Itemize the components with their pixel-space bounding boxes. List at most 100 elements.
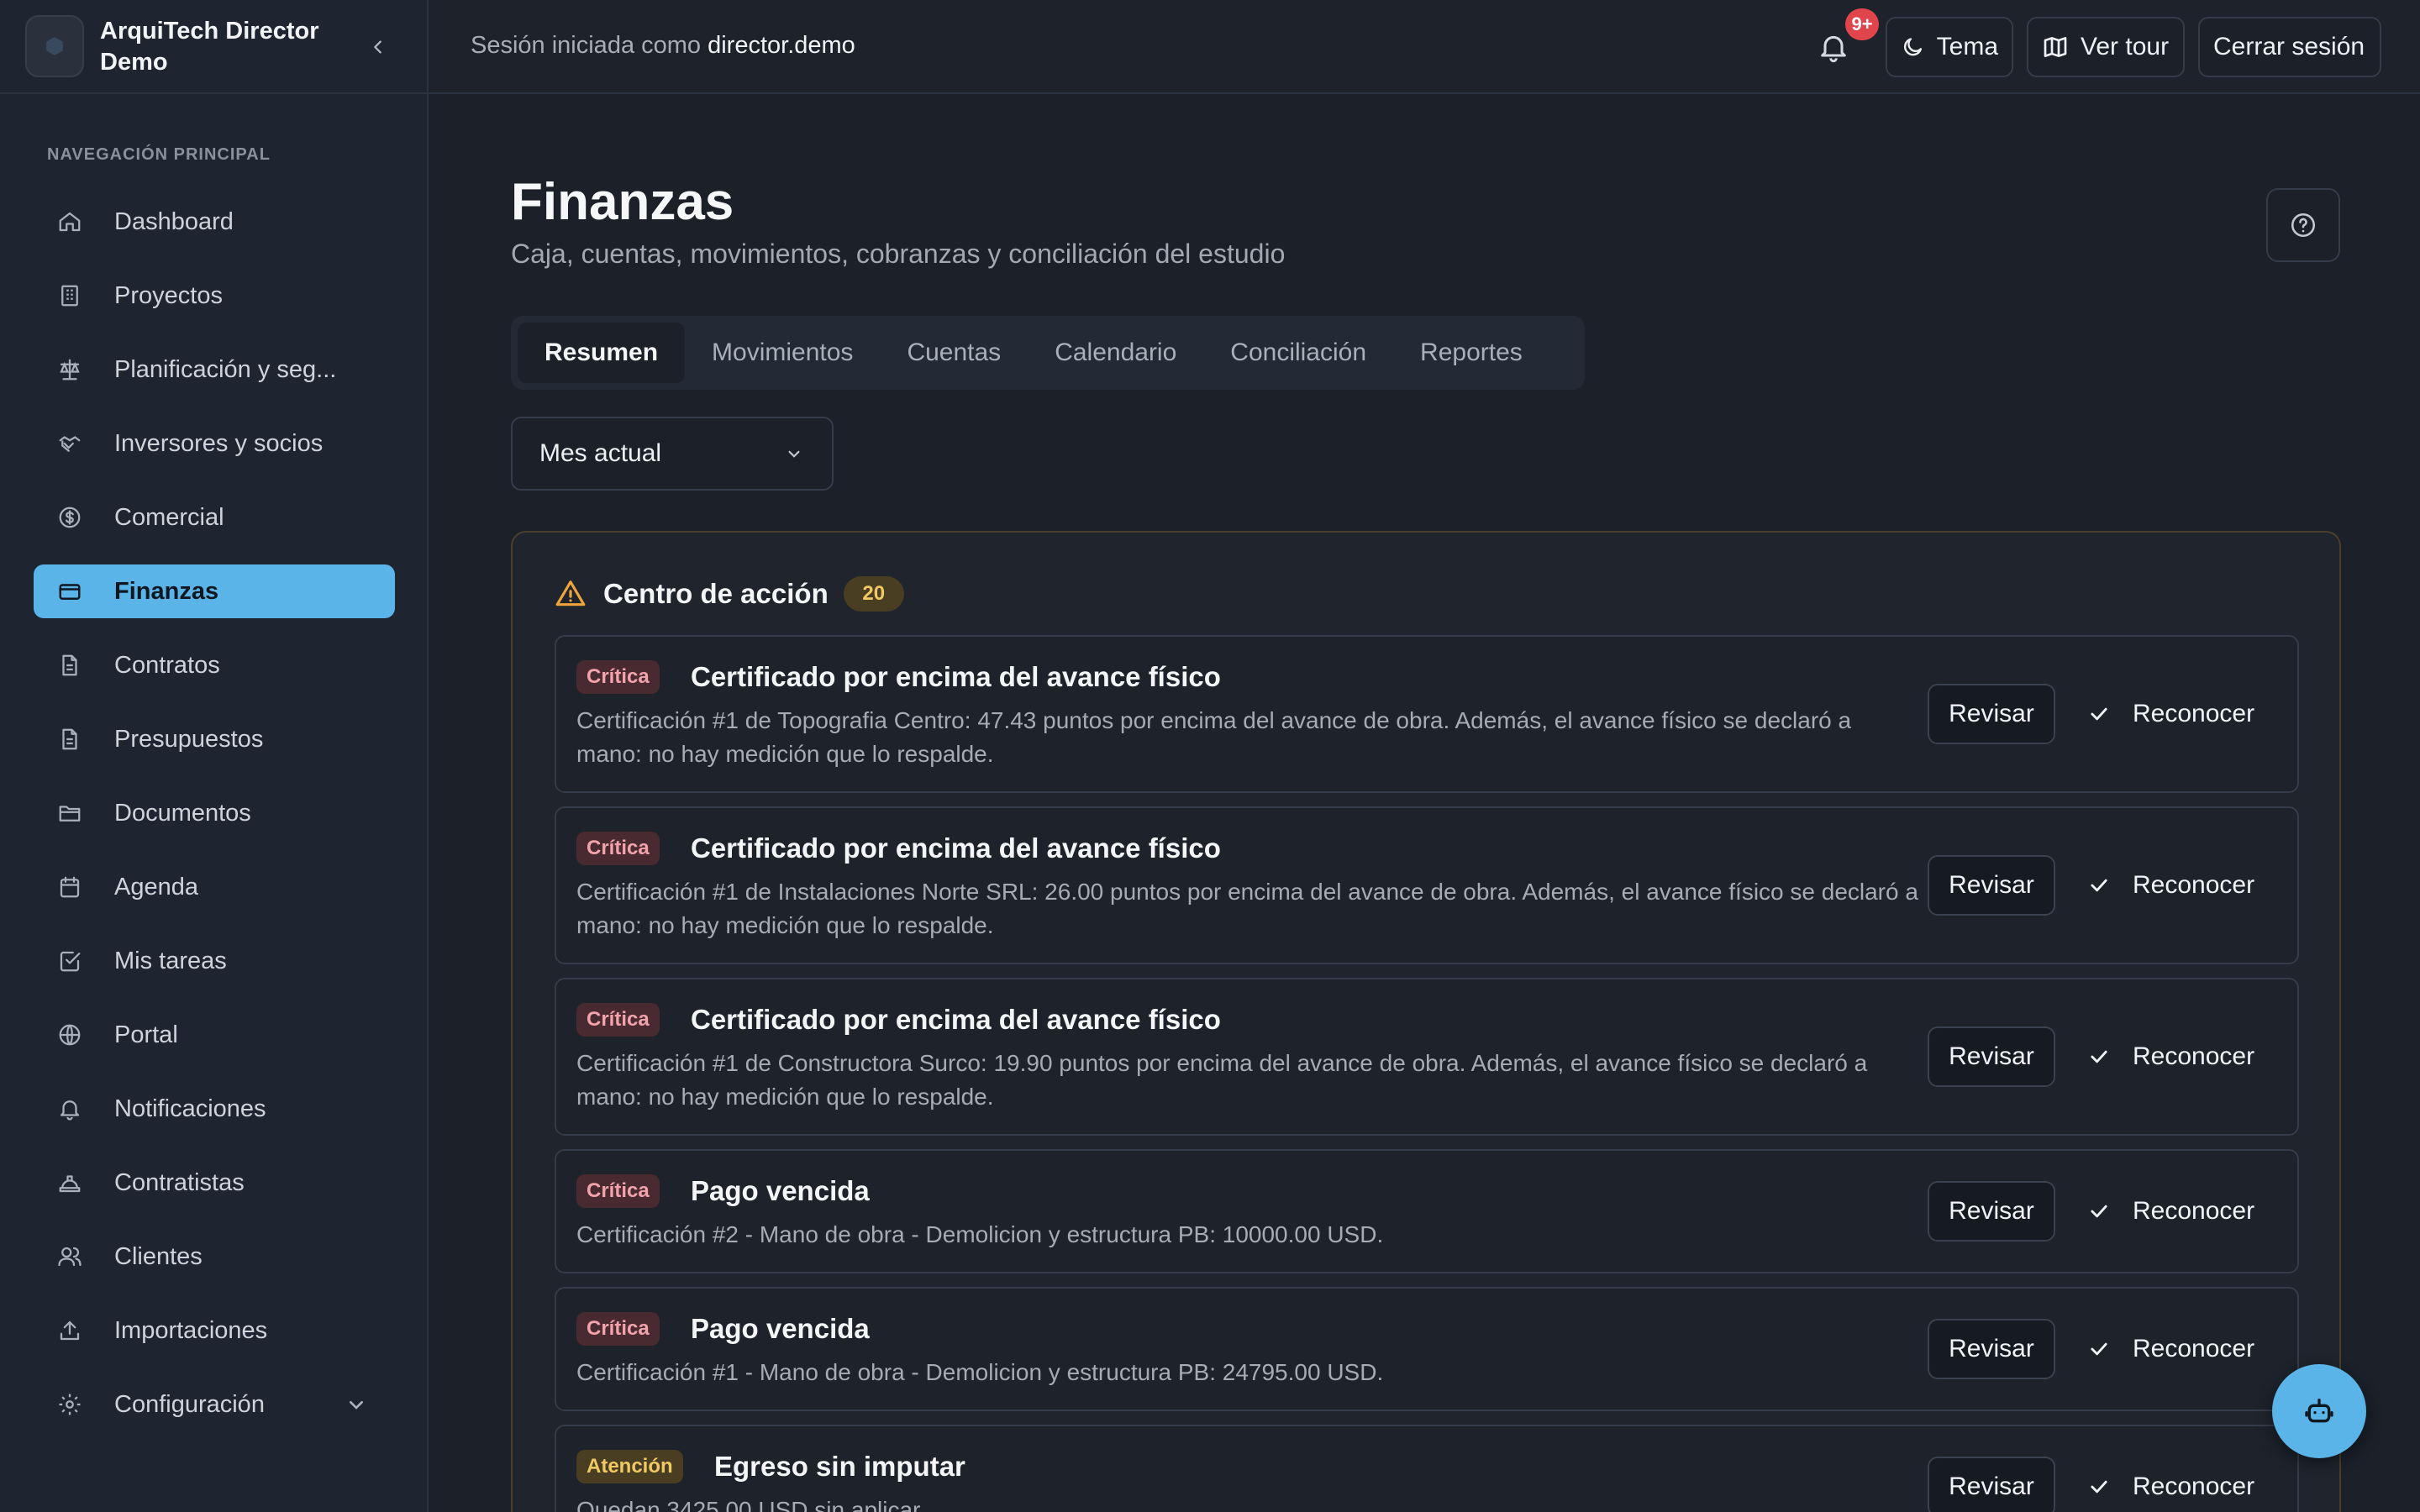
assistant-button[interactable]	[2272, 1364, 2366, 1458]
sidebar-item-clientes[interactable]: Clientes	[34, 1230, 395, 1284]
sidebar-item-label: Importaciones	[114, 1316, 268, 1344]
alert-item: Atención Egreso sin imputar Quedan 3425.…	[555, 1425, 2299, 1512]
alert-item: Crítica Certificado por encima del avanc…	[555, 978, 2299, 1136]
check-icon	[2091, 1205, 2107, 1218]
sidebar-item-agenda[interactable]: Agenda	[34, 860, 395, 914]
sidebar-item-label: Notificaciones	[114, 1095, 266, 1122]
severity-badge: Crítica	[576, 1174, 660, 1208]
action-count-badge: 20	[843, 576, 904, 612]
review-button[interactable]: Revisar	[1928, 1457, 2055, 1512]
sidebar-item-comercial[interactable]: Comercial	[34, 491, 395, 544]
sidebar-item-documentos[interactable]: Documentos	[34, 786, 395, 840]
chevron-down-icon[interactable]	[343, 1391, 370, 1418]
main-nav: Dashboard Proyectos Planificación y seg.…	[34, 195, 395, 1452]
severity-badge: Atención	[576, 1450, 683, 1483]
moon-icon	[1904, 38, 1923, 56]
map-icon	[2044, 37, 2067, 57]
acknowledge-label: Reconocer	[2133, 1197, 2255, 1225]
review-button[interactable]: Revisar	[1928, 1319, 2055, 1379]
sidebar-item-label: Proyectos	[114, 281, 223, 309]
theme-button[interactable]: Tema	[1886, 17, 2013, 77]
session-info: Sesión iniciada como director.demo	[471, 32, 855, 60]
sidebar-item-label: Comercial	[114, 503, 224, 531]
action-center: Centro de acción 20 Crítica Certificado …	[511, 531, 2341, 1512]
alert-description: Certificación #1 de Constructora Surco: …	[576, 1050, 1868, 1110]
scale-icon	[55, 355, 84, 384]
sidebar-item-mis-tareas[interactable]: Mis tareas	[34, 934, 395, 988]
sidebar-item-proyectos[interactable]: Proyectos	[34, 269, 395, 323]
chevron-down-icon	[788, 450, 800, 458]
building-icon[interactable]	[25, 15, 84, 77]
session-username: director.demo	[708, 32, 855, 59]
tab-reportes[interactable]: Reportes	[1393, 323, 1549, 383]
tab-cuentas[interactable]: Cuentas	[880, 323, 1028, 383]
sidebar-item-contratistas[interactable]: Contratistas	[34, 1156, 395, 1210]
sidebar-item-label: Contratos	[114, 651, 220, 679]
sidebar-item-planificacion[interactable]: Planificación y seg...	[34, 343, 395, 396]
bell-icon	[55, 1095, 84, 1123]
home-icon	[55, 207, 84, 236]
acknowledge-button[interactable]: Reconocer	[2087, 855, 2254, 916]
sidebar-item-presupuestos[interactable]: Presupuestos	[34, 712, 395, 766]
sidebar-item-configuracion[interactable]: Configuración	[34, 1378, 395, 1431]
sidebar-item-contratos[interactable]: Contratos	[34, 638, 395, 692]
document-icon	[55, 651, 84, 680]
check-icon	[2091, 1480, 2107, 1494]
tab-movimientos[interactable]: Movimientos	[685, 323, 880, 383]
warning-icon	[555, 580, 586, 606]
alert-item: Crítica Certificado por encima del avanc…	[555, 806, 2299, 964]
dollar-icon	[55, 503, 84, 532]
tab-calendario[interactable]: Calendario	[1028, 323, 1203, 383]
acknowledge-button[interactable]: Reconocer	[2087, 684, 2254, 744]
alert-title: Certificado por encima del avance físico	[691, 1004, 1221, 1035]
severity-badge: Crítica	[576, 1312, 660, 1346]
review-button[interactable]: Revisar	[1928, 1181, 2055, 1242]
upload-icon	[55, 1316, 84, 1345]
sidebar: ArquiTech Director Demo NAVEGACIÓN PRINC…	[0, 0, 429, 1512]
help-button[interactable]	[2266, 188, 2340, 262]
sidebar-item-portal[interactable]: Portal	[34, 1008, 395, 1062]
folder-icon	[55, 799, 84, 827]
alert-title: Pago vencida	[691, 1313, 870, 1344]
tour-button[interactable]: Ver tour	[2027, 17, 2185, 77]
tab-conciliacion[interactable]: Conciliación	[1203, 323, 1393, 383]
chevron-left-icon[interactable]	[363, 32, 393, 62]
users-icon	[55, 1242, 84, 1271]
review-button[interactable]: Revisar	[1928, 684, 2055, 744]
globe-icon	[55, 1021, 84, 1049]
sidebar-item-label: Finanzas	[114, 577, 219, 605]
sidebar-item-label: Inversores y socios	[114, 429, 324, 457]
alert-description: Certificación #1 de Topografia Centro: 4…	[576, 707, 1852, 767]
sidebar-item-dashboard[interactable]: Dashboard	[34, 195, 395, 249]
alert-list: Crítica Certificado por encima del avanc…	[555, 635, 2299, 1512]
sidebar-item-notificaciones[interactable]: Notificaciones	[34, 1082, 395, 1136]
severity-badge: Crítica	[576, 832, 660, 865]
alert-item: Crítica Pago vencida Certificación #2 - …	[555, 1149, 2299, 1273]
review-button[interactable]: Revisar	[1928, 855, 2055, 916]
alert-description: Certificación #1 de Instalaciones Norte …	[576, 879, 1918, 938]
document-icon	[55, 725, 84, 753]
review-button[interactable]: Revisar	[1928, 1026, 2055, 1087]
alert-item: Crítica Certificado por encima del avanc…	[555, 635, 2299, 793]
credit-card-icon	[55, 577, 84, 606]
handshake-icon	[55, 429, 84, 458]
period-select[interactable]: Mes actual	[511, 417, 834, 491]
acknowledge-label: Reconocer	[2133, 871, 2255, 899]
theme-label: Tema	[1936, 33, 1998, 60]
acknowledge-button[interactable]: Reconocer	[2087, 1181, 2254, 1242]
sidebar-item-importaciones[interactable]: Importaciones	[34, 1304, 395, 1357]
topbar: Sesión iniciada como director.demo 9+ Te…	[429, 0, 2420, 94]
sidebar-item-inversores[interactable]: Inversores y socios	[34, 417, 395, 470]
sidebar-item-finanzas[interactable]: Finanzas	[34, 564, 395, 618]
check-icon	[2091, 1050, 2107, 1063]
sidebar-item-label: Configuración	[114, 1390, 265, 1418]
tab-resumen[interactable]: Resumen	[518, 323, 686, 383]
bell-icon[interactable]	[1817, 30, 1850, 64]
acknowledge-button[interactable]: Reconocer	[2087, 1026, 2254, 1087]
acknowledge-button[interactable]: Reconocer	[2087, 1457, 2254, 1512]
acknowledge-button[interactable]: Reconocer	[2087, 1319, 2254, 1379]
logout-button[interactable]: Cerrar sesión	[2198, 17, 2381, 77]
check-icon	[2091, 1342, 2107, 1356]
severity-badge: Crítica	[576, 660, 660, 694]
severity-badge: Crítica	[576, 1003, 660, 1037]
